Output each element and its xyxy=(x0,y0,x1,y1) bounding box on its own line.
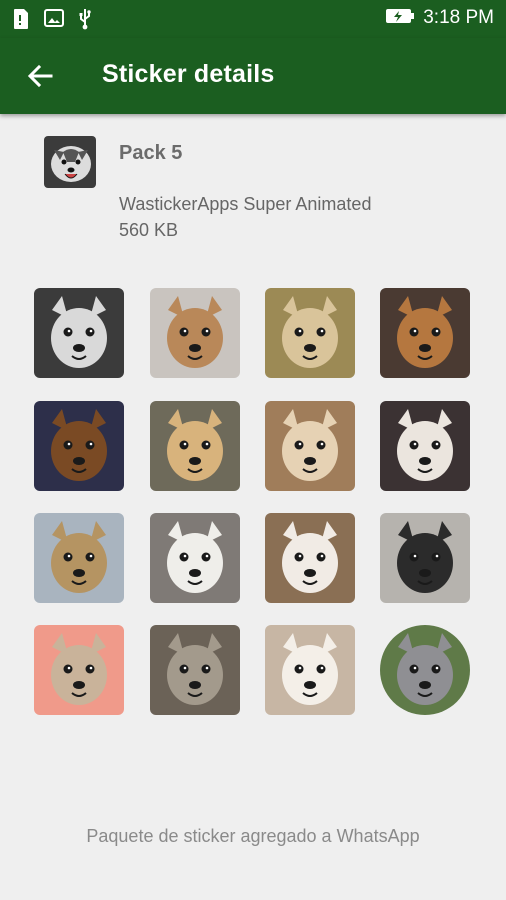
dog-photo-icon xyxy=(34,625,124,715)
arrow-back-icon xyxy=(27,64,53,88)
dog-photo-icon xyxy=(34,288,124,378)
status-icons-left xyxy=(12,8,94,30)
sticker-black-tan-dog[interactable] xyxy=(34,401,124,491)
status-time: 3:18 PM xyxy=(423,7,494,28)
sticker-chihuahua-window[interactable] xyxy=(150,401,240,491)
pack-name: Pack 5 xyxy=(119,142,183,164)
added-to-whatsapp-message: Paquete de sticker agregado a WhatsApp xyxy=(86,826,420,846)
dog-photo-icon xyxy=(150,513,240,603)
image-icon xyxy=(44,8,64,28)
sticker-chihuahua-tan[interactable] xyxy=(150,288,240,378)
status-bar: 3:18 PM xyxy=(0,0,506,38)
sticker-shih-tzu[interactable] xyxy=(150,625,240,715)
sticker-white-fluffy[interactable] xyxy=(265,625,355,715)
sticker-chihuahua-cream[interactable] xyxy=(265,401,355,491)
sticker-pug-pink[interactable] xyxy=(34,625,124,715)
dog-photo-icon xyxy=(150,401,240,491)
sticker-corgi-closeup[interactable] xyxy=(265,513,355,603)
dog-photo-icon xyxy=(265,513,355,603)
sticker-chihuahua-pink-collar[interactable] xyxy=(380,401,470,491)
app-bar: Sticker details xyxy=(0,38,506,114)
dog-photo-icon xyxy=(265,288,355,378)
usb-icon xyxy=(76,8,94,30)
battery-charging-icon xyxy=(385,8,415,29)
dog-photo-icon xyxy=(380,401,470,491)
dog-photo-icon xyxy=(150,625,240,715)
pack-tray-icon xyxy=(44,136,96,188)
back-button[interactable] xyxy=(26,62,54,90)
status-icons-right: 3:18 PM xyxy=(385,7,494,29)
dog-photo-icon xyxy=(380,288,470,378)
pack-size: 560 KB xyxy=(119,220,179,240)
dog-photo-icon xyxy=(380,513,470,603)
pack-header: Pack 5 WastickerApps Super Animated 560 … xyxy=(0,136,506,246)
dog-photo-icon xyxy=(150,288,240,378)
page-title: Sticker details xyxy=(102,60,275,88)
sticker-grey-dog-round[interactable] xyxy=(380,625,470,715)
pack-publisher: WastickerApps Super Animated xyxy=(119,194,372,214)
dog-photo-icon xyxy=(34,513,124,603)
dog-photo-icon xyxy=(265,401,355,491)
sticker-pug-lake[interactable] xyxy=(34,513,124,603)
sticker-chihuahua-smirk[interactable] xyxy=(265,288,355,378)
dog-photo-icon xyxy=(265,625,355,715)
sticker-husky[interactable] xyxy=(34,288,124,378)
dog-photo-icon xyxy=(34,401,124,491)
sticker-chihuahua-big-eyes[interactable] xyxy=(380,288,470,378)
dog-photo-icon xyxy=(380,625,470,715)
sticker-french-bulldog[interactable] xyxy=(380,513,470,603)
sticker-white-dog-eyebrows[interactable] xyxy=(150,513,240,603)
sim-card-icon xyxy=(12,8,30,29)
